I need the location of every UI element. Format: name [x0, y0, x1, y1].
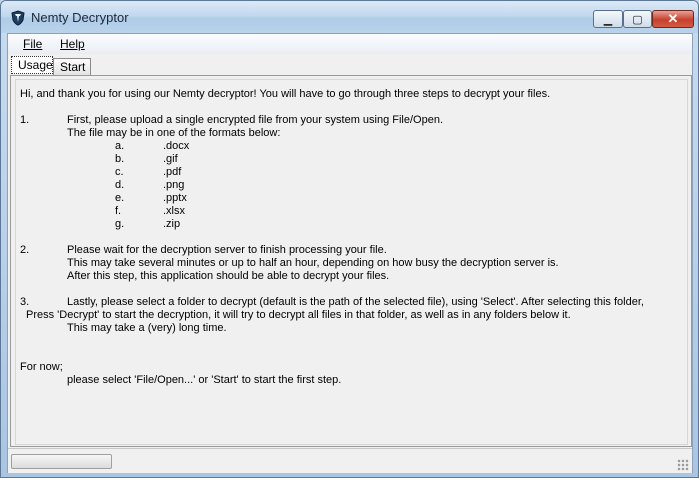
shield-logo-icon: [11, 10, 25, 26]
menu-bar: File Help: [8, 34, 692, 54]
step3-number: 3.: [20, 296, 30, 308]
tab-start[interactable]: Start: [53, 58, 91, 75]
step3-line2: Press 'Decrypt' to start the decryption,…: [26, 309, 571, 321]
step3-line1: Lastly, please select a folder to decryp…: [67, 296, 644, 308]
intro-text: Hi, and thank you for using our Nemty de…: [20, 88, 551, 100]
status-bar: [8, 448, 692, 473]
tab-usage[interactable]: Usage: [11, 56, 53, 74]
step1-line2: The file may be in one of the formats be…: [67, 127, 281, 139]
menu-file[interactable]: File: [23, 37, 42, 51]
for-now-text: please select 'File/Open...' or 'Start' …: [67, 374, 342, 386]
format-letter: g.: [115, 218, 125, 230]
usage-tab-panel: Hi, and thank you for using our Nemty de…: [10, 75, 692, 447]
window-title: Nemty Decryptor: [31, 10, 129, 25]
format-ext: .png: [163, 179, 185, 191]
format-ext: .docx: [163, 140, 190, 152]
step1-number: 1.: [20, 114, 30, 126]
resize-grip-icon[interactable]: [677, 459, 689, 471]
format-ext: .zip: [163, 218, 181, 230]
maximize-icon: ▢: [632, 13, 643, 26]
format-ext: .pdf: [163, 166, 182, 178]
maximize-button[interactable]: ▢: [623, 10, 652, 28]
format-ext: .gif: [163, 153, 178, 165]
instructions-text: Hi, and thank you for using our Nemty de…: [15, 79, 688, 445]
format-letter: e.: [115, 192, 125, 204]
format-ext: .pptx: [163, 192, 187, 204]
minimize-icon: ▁: [603, 13, 613, 26]
progress-bar: [11, 454, 112, 469]
format-letter: d.: [115, 179, 125, 191]
format-letter: a.: [115, 140, 125, 152]
close-button[interactable]: ✕: [652, 10, 694, 28]
step2-line1: Please wait for the decryption server to…: [67, 244, 387, 256]
step3-line3: This may take a (very) long time.: [67, 322, 227, 334]
menu-help[interactable]: Help: [60, 37, 85, 51]
format-letter: b.: [115, 153, 125, 165]
step2-line3: After this step, this application should…: [67, 270, 390, 282]
title-bar[interactable]: Nemty Decryptor ▁ ▢ ✕: [1, 1, 698, 33]
step2-line2: This may take several minutes or up to h…: [67, 257, 559, 269]
format-ext: .xlsx: [163, 205, 185, 217]
step1-line1: First, please upload a single encrypted …: [67, 114, 444, 126]
minimize-button[interactable]: ▁: [593, 10, 623, 28]
app-window: Nemty Decryptor ▁ ▢ ✕ File Help Usage St…: [0, 0, 699, 478]
step2-number: 2.: [20, 244, 30, 256]
format-letter: f.: [115, 205, 122, 217]
close-icon: ✕: [667, 11, 679, 26]
format-letter: c.: [115, 166, 124, 178]
for-now-label: For now;: [20, 361, 63, 373]
client-area: File Help Usage Start Hi, and thank you …: [7, 33, 693, 473]
